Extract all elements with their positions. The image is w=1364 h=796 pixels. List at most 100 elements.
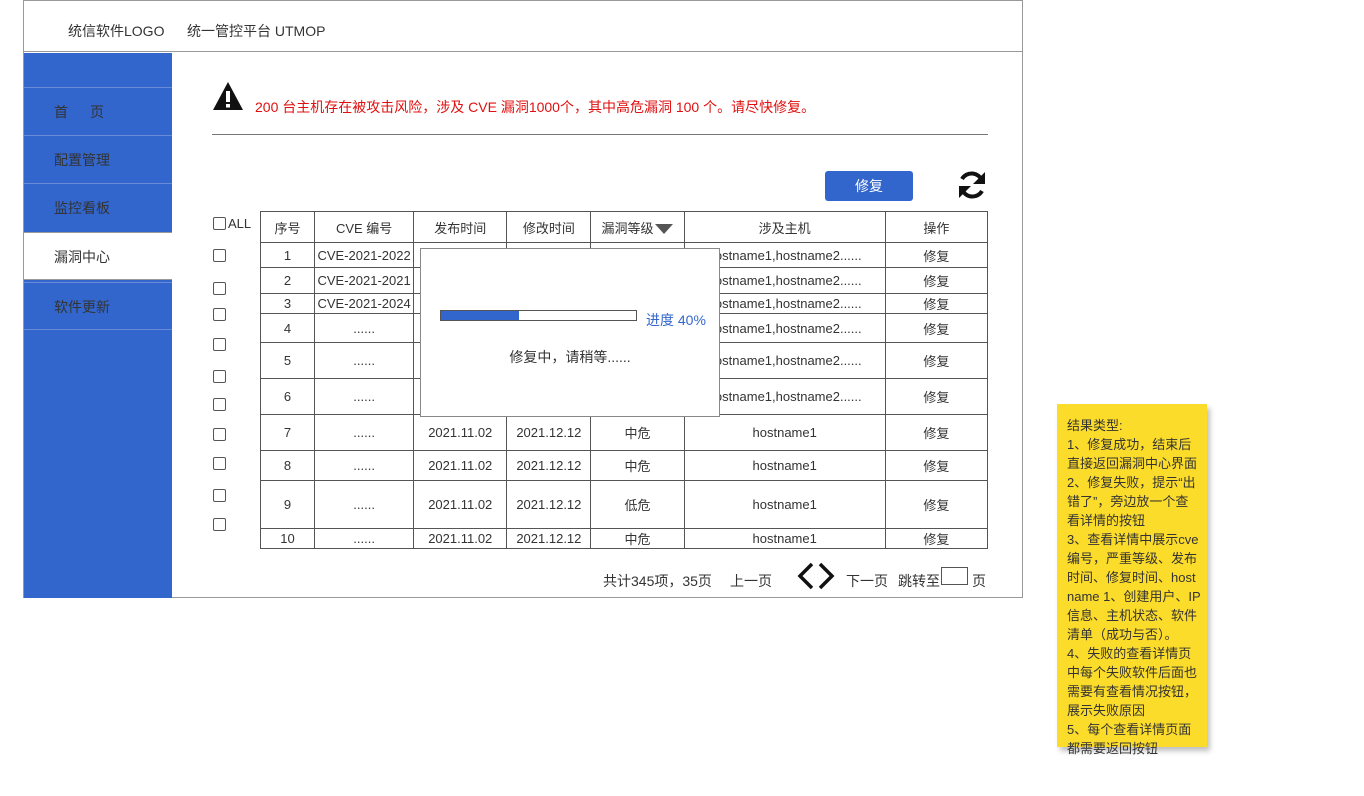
progress-message: 修复中，请稍等......	[509, 349, 631, 365]
cell-level: 中危	[590, 528, 685, 549]
chevron-down-icon[interactable]	[655, 224, 674, 235]
col-header-level-label: 漏洞等级	[601, 220, 654, 236]
row-checkbox[interactable]	[213, 489, 226, 502]
cell-no: 9	[259, 480, 316, 529]
cell-level: 低危	[590, 480, 685, 529]
cell-no: 5	[259, 342, 316, 379]
cell-cve: ......	[314, 450, 415, 481]
col-header-action: 操作	[884, 211, 989, 243]
note-line: 5、每个查看详情页面都需要返回按钮	[1067, 722, 1192, 756]
cell-cve: ......	[314, 528, 415, 549]
select-all-label: ALL	[228, 216, 252, 231]
row-repair-link[interactable]: 修复	[884, 414, 989, 451]
row-repair-link[interactable]: 修复	[884, 480, 989, 529]
cell-cve: ......	[314, 378, 415, 415]
table-row: 10 ...... 2021.11.02 2021.12.12 中危 hostn…	[259, 528, 989, 549]
cell-hosts: hostname1	[683, 480, 886, 529]
cell-level: 中危	[590, 414, 685, 451]
progress-bar-fill	[441, 311, 519, 320]
pager-jump-label: 跳转至	[898, 573, 940, 589]
table-row: 9 ...... 2021.11.02 2021.12.12 低危 hostna…	[259, 480, 989, 529]
cell-publish: 2021.11.02	[413, 414, 508, 451]
sidebar-item-software-update[interactable]: 软件更新	[24, 282, 172, 330]
cell-modify: 2021.12.12	[506, 480, 592, 529]
divider	[212, 134, 988, 135]
row-checkbox[interactable]	[213, 370, 226, 383]
row-checkbox[interactable]	[213, 338, 226, 351]
col-header-no: 序号	[259, 211, 316, 243]
cell-modify: 2021.12.12	[506, 450, 592, 481]
cell-publish: 2021.11.02	[413, 528, 508, 549]
repair-progress-dialog: 进度 40% 修复中，请稍等......	[420, 248, 720, 417]
cell-no: 10	[259, 528, 316, 549]
col-header-modify-time: 修改时间	[506, 211, 592, 243]
row-checkbox[interactable]	[213, 398, 226, 411]
sidebar-item-config[interactable]: 配置管理	[24, 135, 172, 183]
sidebar-item-monitor[interactable]: 监控看板	[24, 183, 172, 231]
col-header-level[interactable]: 漏洞等级	[590, 211, 685, 243]
pager-total: 共计345项，35页	[603, 573, 712, 589]
row-checkbox[interactable]	[213, 457, 226, 470]
row-checkbox[interactable]	[213, 282, 226, 295]
cell-no: 3	[259, 293, 316, 314]
pager-prev-link[interactable]: 上一页	[730, 571, 772, 591]
row-repair-link[interactable]: 修复	[884, 293, 989, 314]
cell-cve: CVE-2021-2024	[314, 293, 415, 314]
sidebar-item-label: 软件更新	[54, 299, 110, 315]
note-line: 结果类型:	[1067, 418, 1123, 433]
cell-no: 1	[259, 242, 316, 268]
cell-cve: ......	[314, 414, 415, 451]
progress-label: 进度 40%	[646, 312, 706, 328]
cell-hosts: hostname1	[683, 414, 886, 451]
cell-hosts: hostname1	[683, 528, 886, 549]
batch-repair-button[interactable]: 修复	[825, 171, 913, 201]
table-header-row: 序号 CVE 编号 发布时间 修改时间 漏洞等级 涉及主机 操作	[259, 211, 989, 243]
row-checkbox[interactable]	[213, 249, 226, 262]
cell-no: 7	[259, 414, 316, 451]
brand-logo: 统信软件LOGO	[68, 23, 165, 39]
app-window: 统信软件LOGO 统一管控平台 UTMOP 首页 配置管理 监控看板 漏洞中心 …	[23, 0, 1023, 598]
cell-no: 4	[259, 313, 316, 343]
cell-hosts: hostname1	[683, 450, 886, 481]
row-checkbox[interactable]	[213, 518, 226, 531]
sidebar-item-home[interactable]: 首页	[24, 87, 172, 135]
col-header-cve: CVE 编号	[314, 211, 415, 243]
sidebar: 首页 配置管理 监控看板 漏洞中心 软件更新	[24, 53, 172, 598]
row-repair-link[interactable]: 修复	[884, 242, 989, 268]
col-header-publish-time: 发布时间	[413, 211, 508, 243]
row-repair-link[interactable]: 修复	[884, 378, 989, 415]
cell-cve: ......	[314, 480, 415, 529]
cell-level: 中危	[590, 450, 685, 481]
sticky-note-text: 结果类型: 1、修复成功，结束后直接返回漏洞中心界面 2、修复失败，提示“出错了…	[1067, 416, 1201, 758]
note-line: 3、查看详情中展示cve编号，严重等级、发布时间、修复时间、hostname 1…	[1067, 532, 1201, 642]
row-repair-link[interactable]: 修复	[884, 450, 989, 481]
top-bar: 统信软件LOGO 统一管控平台 UTMOP	[24, 1, 1022, 52]
col-header-hosts: 涉及主机	[683, 211, 886, 243]
note-line: 4、失败的查看详情页中每个失败软件后面也需要有查看情况按钮，展示失败原因	[1067, 646, 1198, 718]
cell-cve: ......	[314, 342, 415, 379]
cell-no: 8	[259, 450, 316, 481]
row-repair-link[interactable]: 修复	[884, 528, 989, 549]
pager-arrows-icon[interactable]	[796, 561, 836, 591]
sidebar-item-label: 监控看板	[54, 200, 110, 216]
row-repair-link[interactable]: 修复	[884, 313, 989, 343]
note-line: 2、修复失败，提示“出错了”，旁边放一个查看详情的按钮	[1067, 475, 1196, 528]
select-all-checkbox[interactable]	[213, 217, 226, 230]
cell-publish: 2021.11.02	[413, 450, 508, 481]
row-checkbox[interactable]	[213, 308, 226, 321]
row-repair-link[interactable]: 修复	[884, 342, 989, 379]
cell-publish: 2021.11.02	[413, 480, 508, 529]
refresh-icon[interactable]	[955, 168, 989, 202]
sidebar-item-vuln-center[interactable]: 漏洞中心	[24, 232, 172, 280]
note-line: 1、修复成功，结束后直接返回漏洞中心界面	[1067, 437, 1198, 471]
cell-no: 6	[259, 378, 316, 415]
table-row: 7 ...... 2021.11.02 2021.12.12 中危 hostna…	[259, 414, 989, 451]
row-checkbox[interactable]	[213, 428, 226, 441]
page-jump-input[interactable]	[941, 567, 968, 585]
alert-text: 200 台主机存在被攻击风险，涉及 CVE 漏洞1000个，其中高危漏洞 100…	[255, 99, 816, 115]
cell-modify: 2021.12.12	[506, 528, 592, 549]
row-repair-link[interactable]: 修复	[884, 267, 989, 294]
cell-no: 2	[259, 267, 316, 294]
sidebar-item-label: 配置管理	[54, 152, 110, 168]
pager-next-link[interactable]: 下一页	[846, 571, 888, 591]
